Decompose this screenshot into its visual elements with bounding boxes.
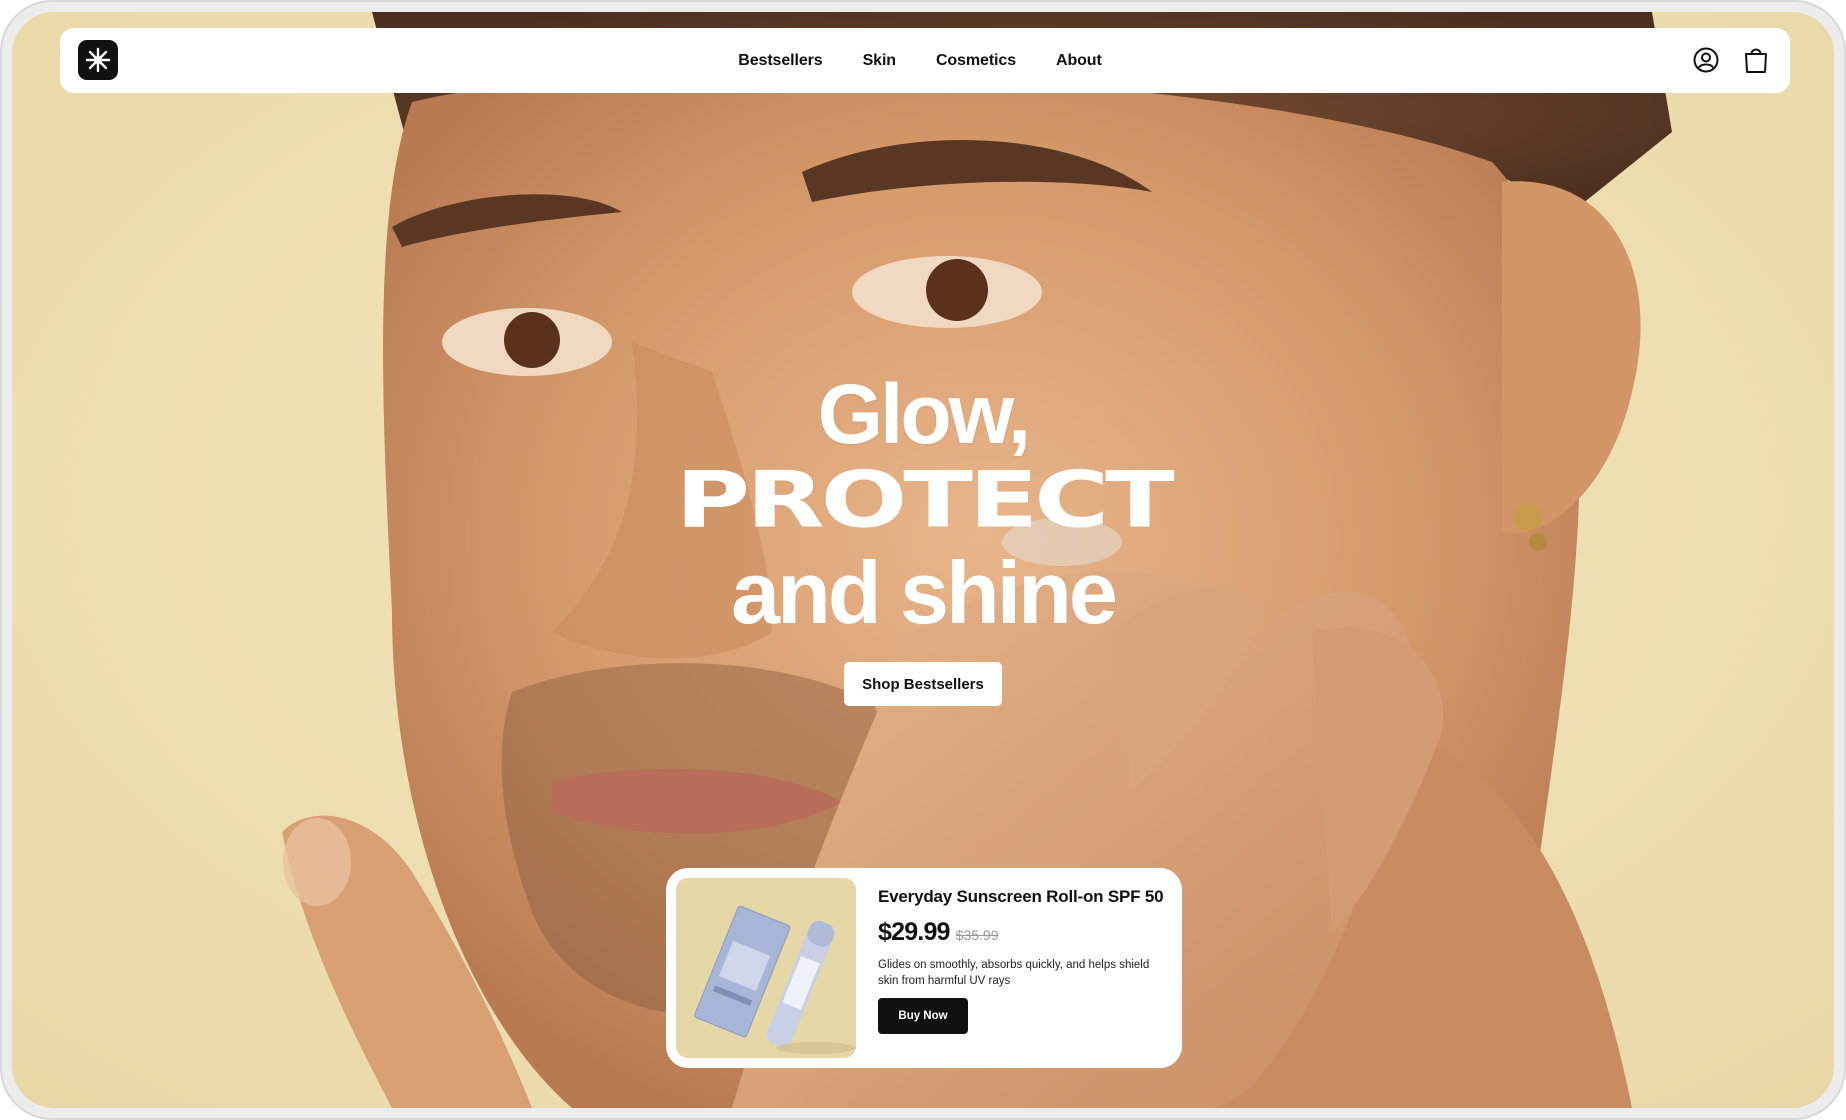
product-info: Everyday Sunscreen Roll-on SPF 50 $29.99… [878,886,1168,1034]
product-image [676,878,856,1058]
nav-links: Bestsellers Skin Cosmetics About [60,28,1790,93]
navigation-bar: Bestsellers Skin Cosmetics About [60,28,1790,93]
nav-link-cosmetics[interactable]: Cosmetics [936,52,1016,70]
account-icon[interactable] [1692,44,1720,76]
product-description: Glides on smoothly, absorbs quickly, and… [878,959,1150,987]
price-row: $29.99 $35.99 [878,918,1168,947]
product-name: Everyday Sunscreen Roll-on SPF 50 [878,887,1164,906]
headline-line-glow: Glow, [817,367,1032,461]
headline-line-shine: and shine [731,543,1118,642]
device-frame: Bestsellers Skin Cosmetics About Glow, P… [0,0,1846,1120]
page-screen: Bestsellers Skin Cosmetics About Glow, P… [12,12,1834,1108]
nav-icons [1692,44,1770,76]
nav-link-bestsellers[interactable]: Bestsellers [738,52,822,70]
headline-line-protect: PROTECT [675,453,1174,546]
product-old-price: $35.99 [955,927,999,943]
nav-link-about[interactable]: About [1056,52,1102,70]
product-card: Everyday Sunscreen Roll-on SPF 50 $29.99… [666,868,1182,1068]
hero-headline: Glow, PROTECT and shine [12,370,1834,640]
product-price: $29.99 [878,918,950,946]
shop-bestsellers-button[interactable]: Shop Bestsellers [844,662,1002,706]
shopping-bag-icon[interactable] [1742,44,1770,76]
nav-link-skin[interactable]: Skin [863,52,896,70]
buy-now-button[interactable]: Buy Now [878,998,968,1034]
